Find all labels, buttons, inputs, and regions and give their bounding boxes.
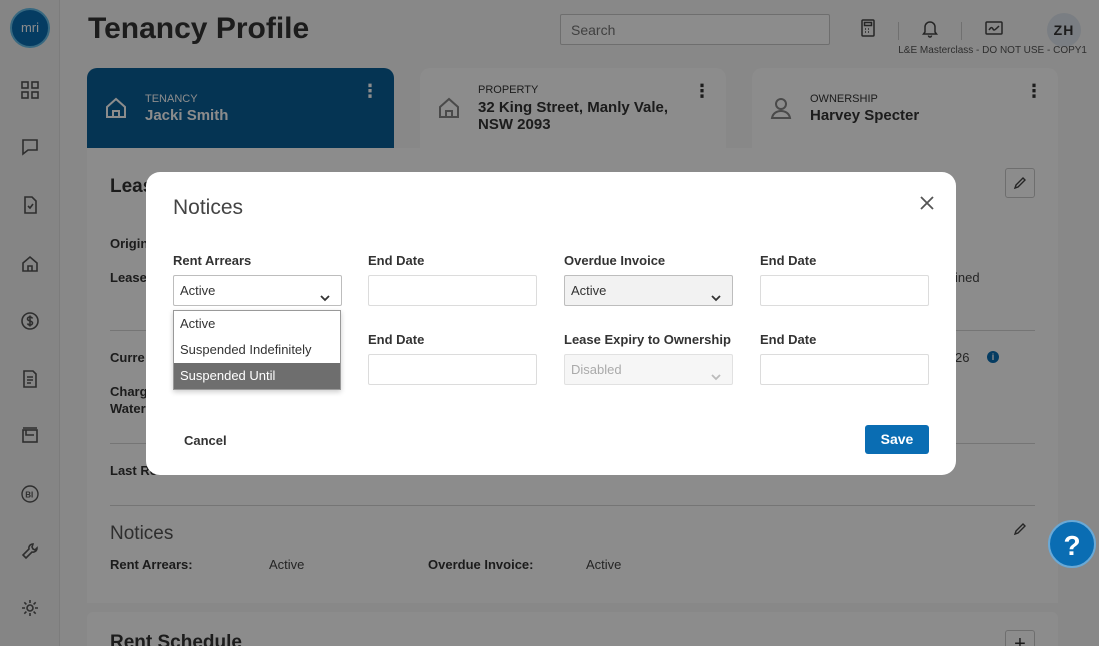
lease-expiry-label: Lease Expiry to Ownership: [564, 332, 731, 347]
end-date-label-4: End Date: [760, 332, 817, 347]
end-date-input-1[interactable]: [368, 275, 537, 306]
help-button[interactable]: ?: [1048, 520, 1096, 568]
overdue-invoice-label: Overdue Invoice: [564, 253, 666, 268]
end-date-label-1: End Date: [368, 253, 425, 268]
cancel-button[interactable]: Cancel: [184, 433, 227, 448]
end-date-label-3: End Date: [368, 332, 425, 347]
lease-expiry-select: Disabled: [564, 354, 733, 385]
dropdown-option[interactable]: Suspended Indefinitely: [174, 337, 340, 363]
rent-arrears-select[interactable]: Active: [173, 275, 342, 306]
end-date-input-2[interactable]: [760, 275, 929, 306]
end-date-label-2: End Date: [760, 253, 817, 268]
close-icon[interactable]: [916, 192, 938, 214]
modal-title: Notices: [173, 196, 244, 219]
dropdown-option[interactable]: Active: [174, 311, 340, 337]
end-date-input-3[interactable]: [368, 354, 537, 385]
notices-modal: Notices Rent Arrears Active End Date Ove…: [146, 172, 956, 475]
rent-arrears-label: Rent Arrears: [173, 253, 252, 268]
chevron-down-icon: [710, 285, 722, 302]
chevron-down-icon: [710, 364, 722, 381]
overdue-invoice-select[interactable]: Active: [564, 275, 733, 306]
save-button[interactable]: Save: [865, 425, 929, 454]
lease-expiry-selected-value: Disabled: [571, 362, 622, 377]
end-date-input-4[interactable]: [760, 354, 929, 385]
dropdown-option-highlighted[interactable]: Suspended Until: [174, 363, 340, 389]
rent-arrears-selected-value: Active: [180, 283, 216, 298]
rent-arrears-dropdown: Active Suspended Indefinitely Suspended …: [173, 310, 341, 390]
overdue-invoice-selected-value: Active: [571, 283, 607, 298]
chevron-down-icon: [319, 285, 331, 302]
